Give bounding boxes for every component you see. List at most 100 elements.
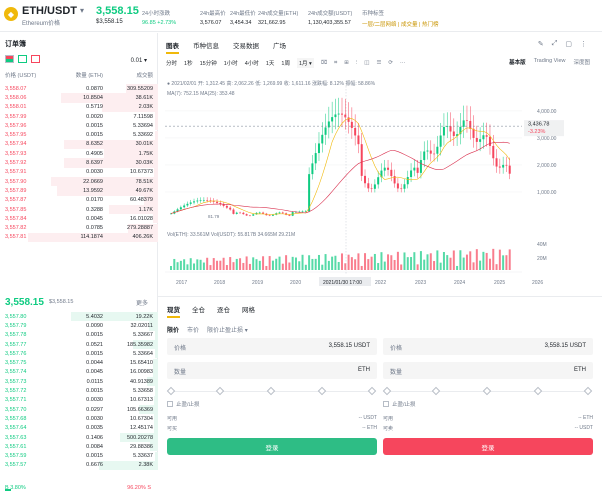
asks-row[interactable]: 3,557.96 0.0015 5.33694 xyxy=(0,121,158,131)
bids-row[interactable]: 3,557.61 0.0084 29.88386 xyxy=(0,442,158,452)
more-link[interactable]: 更多 xyxy=(136,298,148,307)
bids-row[interactable]: 3,557.75 0.0044 15.65410 xyxy=(0,358,158,368)
bids-row[interactable]: 3,557.74 0.0045 16.00983 xyxy=(0,367,158,378)
reload-icon[interactable]: ⟳ xyxy=(388,60,393,66)
asks-row[interactable]: 3,557.89 13.9592 49.67K xyxy=(0,186,158,196)
asks-row[interactable]: 3,557.81 114.1874 406.26K xyxy=(0,232,158,243)
tf-1h[interactable]: 1小时 xyxy=(224,59,238,67)
tab-isolated[interactable]: 逐仓 xyxy=(217,304,230,318)
volume-legend: Vol(ETH): 33.561M Vol(USDT): 55.817B 34.… xyxy=(167,232,296,238)
asks-row[interactable]: 3,557.95 0.0015 5.33692 xyxy=(0,130,158,140)
buy-slider[interactable] xyxy=(166,386,377,396)
bids-row[interactable]: 3,557.63 0.1406 500.20278 xyxy=(0,432,158,443)
tab-trade-data[interactable]: 交易数据 xyxy=(233,40,259,54)
sell-qty-field[interactable]: 数量 ETH xyxy=(383,362,593,379)
bids-row[interactable]: 3,557.68 0.0030 10.67304 xyxy=(0,414,158,424)
sell-tpsl-checkbox[interactable]: 止盈/止损 xyxy=(383,400,593,408)
tf-4h[interactable]: 4小时 xyxy=(245,59,259,67)
mid-price-row: 3,558.15 $3,558.15 更多 xyxy=(0,294,158,310)
asks-row[interactable]: 3,557.84 0.0045 16.01028 xyxy=(0,214,158,224)
type-limit[interactable]: 限价 xyxy=(167,325,179,334)
timeframe-bar: 分时 1秒 15分钟 1小时 4小时 1天 1周 1月 ▾ ⌧ ⌗ ⊞ ⫶ ◫ … xyxy=(166,58,406,68)
tab-grid[interactable]: 网格 xyxy=(242,304,255,318)
indicator-icon[interactable]: ⌗ xyxy=(334,60,337,67)
volume-bar xyxy=(423,259,426,270)
tf-1s[interactable]: 1秒 xyxy=(184,59,193,67)
expand-icon[interactable]: ⤢ xyxy=(552,40,558,48)
row-amount: 8.6352 xyxy=(86,141,103,148)
asks-row[interactable]: 3,558.06 10.8504 38.61K xyxy=(0,93,158,103)
pair-full-name[interactable]: Ethereum价格 xyxy=(22,18,60,27)
bids-row[interactable]: 3,557.72 0.0015 5.33658 xyxy=(0,386,158,396)
list-icon[interactable]: ☰ xyxy=(376,60,381,66)
pair-title[interactable]: ETH/USDT xyxy=(22,5,77,17)
compare-icon[interactable]: ◫ xyxy=(364,60,369,66)
more-tools-icon[interactable]: ⋯ xyxy=(400,60,406,66)
tab-square[interactable]: 广场 xyxy=(273,40,286,54)
buy-tpsl-checkbox[interactable]: 止盈/止损 xyxy=(167,400,377,408)
tf-line[interactable]: 分时 xyxy=(166,59,177,67)
row-total: 1.17K xyxy=(138,206,153,213)
bids-row[interactable]: 3,557.64 0.0035 12.45174 xyxy=(0,423,158,433)
candle-body xyxy=(347,117,350,122)
asks-row[interactable]: 3,558.01 0.5719 2.03K xyxy=(0,102,158,112)
buy-price-field[interactable]: 价格 3,558.15 USDT xyxy=(167,338,377,355)
tab-cross[interactable]: 全仓 xyxy=(192,304,205,318)
view-tradingview[interactable]: Trading View xyxy=(534,58,566,66)
bids-row[interactable]: 3,557.79 0.0090 32.02011 xyxy=(0,321,158,331)
sell-price-field[interactable]: 价格 3,558.15 USDT xyxy=(383,338,593,355)
type-stop-limit[interactable]: 限价止盈止损 ▾ xyxy=(207,325,248,334)
tab-chart[interactable]: 图表 xyxy=(166,40,179,54)
sell-slider[interactable] xyxy=(382,386,593,396)
precision-select[interactable]: 0.01 ▾ xyxy=(131,57,147,64)
settings-icon[interactable]: ⫶ xyxy=(356,60,357,67)
bids-row[interactable]: 3,557.59 0.0015 5.33637 xyxy=(0,451,158,461)
window-icon[interactable]: ▢ xyxy=(565,40,572,48)
buy-qty-field[interactable]: 数量 ETH xyxy=(167,362,377,379)
chevron-down-icon[interactable]: ▾ xyxy=(80,6,84,15)
tf-1d[interactable]: 1天 xyxy=(266,59,275,67)
row-total: 12.45174 xyxy=(130,425,153,432)
asks-row[interactable]: 3,557.85 0.3288 1.17K xyxy=(0,204,158,215)
tab-spot[interactable]: 现货 xyxy=(167,304,180,318)
bids-row[interactable]: 3,557.57 0.6676 2.38K xyxy=(0,460,158,471)
sell-login-button[interactable]: 登录 xyxy=(383,438,593,455)
bids-row[interactable]: 3,557.71 0.0030 10.67313 xyxy=(0,395,158,405)
volume-bar xyxy=(206,257,209,270)
tf-1M[interactable]: 1月 ▾ xyxy=(296,58,314,68)
asks-row[interactable]: 3,558.07 0.0870 309.55209 xyxy=(0,84,158,94)
volume-bar xyxy=(265,265,268,270)
more-icon[interactable]: ⋮ xyxy=(580,40,587,48)
bids-row[interactable]: 3,557.78 0.0015 5.33667 xyxy=(0,330,158,340)
asks-row[interactable]: 3,557.99 0.0020 7.11598 xyxy=(0,111,158,122)
view-bids-icon[interactable] xyxy=(18,55,27,63)
bids-row[interactable]: 3,557.77 0.0521 185.35982 xyxy=(0,339,158,350)
bids-row[interactable]: 3,557.70 0.0297 105.66369 xyxy=(0,405,158,415)
volume-bar xyxy=(311,258,314,270)
tab-coin-info[interactable]: 币种信息 xyxy=(193,40,219,54)
buy-login-button[interactable]: 登录 xyxy=(167,438,377,455)
asks-row[interactable]: 3,557.82 0.0785 279.28887 xyxy=(0,223,158,233)
coin-tags[interactable]: 一层/二层网络 | 成交量 | 热门榜 xyxy=(362,20,439,28)
view-asks-icon[interactable] xyxy=(31,55,40,63)
asks-row[interactable]: 3,557.94 8.6352 30.01K xyxy=(0,139,158,150)
asks-row[interactable]: 3,557.93 0.4905 1.75K xyxy=(0,149,158,159)
asks-row[interactable]: 3,557.91 0.0030 10.67373 xyxy=(0,167,158,177)
tf-15m[interactable]: 15分钟 xyxy=(200,59,217,67)
asks-row[interactable]: 3,557.90 22.0669 78.51K xyxy=(0,177,158,187)
asks-row[interactable]: 3,557.87 0.0170 60.48379 xyxy=(0,195,158,205)
edit-icon[interactable]: ✎ xyxy=(538,40,544,48)
view-depth[interactable]: 深度图 xyxy=(573,58,590,66)
bids-row[interactable]: 3,557.73 0.0115 40.91389 xyxy=(0,377,158,387)
candle-type-icon[interactable]: ⌧ xyxy=(321,60,327,66)
layout-icon[interactable]: ⊞ xyxy=(344,60,349,66)
candle-body xyxy=(498,166,501,168)
view-both-icon[interactable] xyxy=(5,55,14,63)
bids-row[interactable]: 3,557.76 0.0015 5.33664 xyxy=(0,349,158,359)
view-basic[interactable]: 基本版 xyxy=(509,58,526,66)
asks-row[interactable]: 3,557.92 8.6397 30.03K xyxy=(0,158,158,168)
price-chart[interactable]: 1,000.00 2,000.00 3,000.00 4,000.00 3,436.78… xyxy=(160,74,592,296)
type-market[interactable]: 市价 xyxy=(187,325,199,334)
bids-row[interactable]: 3,557.80 5.4032 19.22K xyxy=(0,312,158,322)
tf-1w[interactable]: 1周 xyxy=(281,59,290,67)
